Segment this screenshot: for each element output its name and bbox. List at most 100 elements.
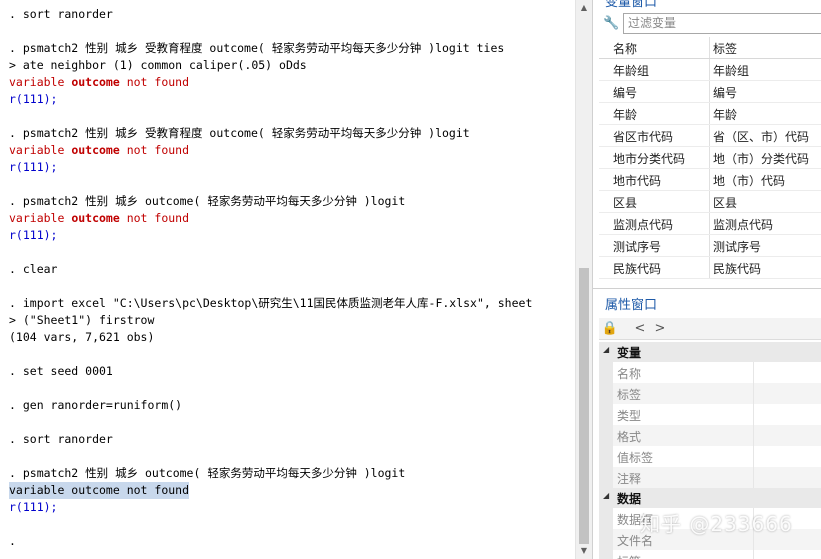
console-line: . psmatch2 性别 城乡 受教育程度 outcome( 轻家务劳动平均每… <box>9 41 505 55</box>
return-code: r(111); <box>9 160 58 174</box>
variable-name: 监测点代码 <box>613 218 674 232</box>
variable-row[interactable]: 年龄 年龄 <box>599 103 821 125</box>
column-separator <box>709 125 710 146</box>
variable-label: 年龄组 <box>713 64 750 78</box>
column-header-name[interactable]: 名称 <box>613 40 637 57</box>
column-separator <box>709 257 710 278</box>
property-group-label: 数据 <box>617 492 642 506</box>
property-row[interactable]: 标签 <box>599 550 821 559</box>
variables-panel-title: 变量窗口 <box>605 0 658 10</box>
return-code: r(111); <box>9 92 58 106</box>
variable-name: 测试序号 <box>613 240 662 254</box>
console-line: . psmatch2 性别 城乡 outcome( 轻家务劳动平均每天多少分钟 … <box>9 194 406 208</box>
property-value[interactable] <box>753 425 821 446</box>
return-code: r(111); <box>9 228 58 242</box>
scroll-up-icon[interactable]: ▲ <box>576 0 592 16</box>
variables-table-header: 名称 标签 <box>599 37 821 59</box>
property-gutter <box>599 446 613 467</box>
property-value[interactable] <box>753 383 821 404</box>
variable-label: 民族代码 <box>713 262 762 276</box>
console-line: . sort ranorder <box>9 7 113 21</box>
property-label: 标签 <box>617 553 641 559</box>
error-message: variable outcome not found <box>9 143 190 157</box>
console-line: . psmatch2 性别 城乡 受教育程度 outcome( 轻家务劳动平均每… <box>9 126 470 140</box>
return-code: r(111); <box>9 500 58 514</box>
collapse-triangle-icon[interactable]: ◢ <box>603 491 609 500</box>
console-line: . clear <box>9 262 58 276</box>
collapse-triangle-icon[interactable]: ◢ <box>603 345 609 354</box>
property-group-label: 变量 <box>617 346 642 360</box>
property-label: 值标签 <box>617 451 654 465</box>
variable-row[interactable]: 民族代码 民族代码 <box>599 257 821 279</box>
column-separator <box>709 213 710 234</box>
column-header-label[interactable]: 标签 <box>713 40 737 57</box>
scroll-down-icon[interactable]: ▼ <box>576 543 592 559</box>
variable-row[interactable]: 区县 区县 <box>599 191 821 213</box>
variable-row[interactable]: 监测点代码 监测点代码 <box>599 213 821 235</box>
back-icon[interactable]: < <box>631 320 649 338</box>
property-value[interactable] <box>753 446 821 467</box>
property-row[interactable]: 标签 <box>599 383 821 404</box>
column-separator <box>709 147 710 168</box>
property-row[interactable]: 值标签 <box>599 446 821 467</box>
scroll-thumb[interactable] <box>579 268 589 544</box>
property-row[interactable]: 注释 <box>599 467 821 488</box>
console-line: . gen ranorder=runiform() <box>9 398 183 412</box>
variable-row[interactable]: 地市分类代码 地（市）分类代码 <box>599 147 821 169</box>
error-message: variable outcome not found <box>9 482 190 499</box>
variable-label: 区县 <box>713 196 738 210</box>
property-gutter <box>599 467 613 488</box>
property-value[interactable] <box>753 467 821 488</box>
variable-row[interactable]: 测试序号 测试序号 <box>599 235 821 257</box>
column-separator <box>709 191 710 212</box>
property-group[interactable]: ◢ 数据 <box>599 488 821 508</box>
variable-row[interactable]: 省区市代码 省（区、市）代码 <box>599 125 821 147</box>
console-line: . sort ranorder <box>9 432 113 446</box>
forward-icon[interactable]: > <box>651 320 669 338</box>
properties-toolbar: 🔒 < > <box>599 318 821 340</box>
property-row[interactable]: 类型 <box>599 404 821 425</box>
wrench-icon[interactable]: 🔧 <box>603 15 619 31</box>
console-line: (104 vars, 7,621 obs) <box>9 330 155 344</box>
property-value[interactable] <box>753 550 821 559</box>
variable-filter-row: 🔧 过滤变量 <box>599 12 821 36</box>
variable-name: 省区市代码 <box>613 130 674 144</box>
property-group[interactable]: ◢ 变量 <box>599 342 821 362</box>
property-value[interactable] <box>753 362 821 383</box>
column-separator <box>709 169 710 190</box>
variable-label: 地（市）分类代码 <box>713 152 810 166</box>
property-gutter <box>599 362 613 383</box>
console-line: . set seed 0001 <box>9 364 113 378</box>
property-row[interactable]: 名称 <box>599 362 821 383</box>
column-separator[interactable] <box>709 37 710 58</box>
results-window[interactable]: . sort ranorder . psmatch2 性别 城乡 受教育程度 ou… <box>0 0 575 559</box>
variable-row[interactable]: 年龄组 年龄组 <box>599 59 821 81</box>
variable-label: 监测点代码 <box>713 218 774 232</box>
property-label: 格式 <box>617 430 642 444</box>
variable-label: 地（市）代码 <box>713 174 786 188</box>
lock-icon[interactable]: 🔒 <box>601 320 619 338</box>
property-label: 类型 <box>617 409 642 423</box>
column-separator <box>709 235 710 256</box>
property-gutter <box>599 550 613 559</box>
filter-variables-input[interactable]: 过滤变量 <box>623 13 821 34</box>
console-line: > ("Sheet1") firstrow <box>9 313 155 327</box>
variable-label: 年龄 <box>713 108 738 122</box>
variable-row[interactable]: 地市代码 地（市）代码 <box>599 169 821 191</box>
variable-name: 区县 <box>613 196 638 210</box>
variable-name: 民族代码 <box>613 262 662 276</box>
right-sidebar: 变量窗口 🔧 过滤变量 名称 标签 年龄组 年龄组 编号 编号 年龄 年龄 省区市代码 省（区、市… <box>592 0 821 559</box>
properties-panel-title: 属性窗口 <box>605 298 658 313</box>
results-scrollbar[interactable]: ▲ ▼ <box>575 0 592 559</box>
variable-name: 地市代码 <box>613 174 662 188</box>
column-separator <box>709 59 710 80</box>
property-gutter <box>599 383 613 404</box>
property-row[interactable]: 格式 <box>599 425 821 446</box>
property-label: 注释 <box>617 472 642 486</box>
console-line: . psmatch2 性别 城乡 outcome( 轻家务劳动平均每天多少分钟 … <box>9 466 406 480</box>
panel-divider[interactable] <box>593 288 821 289</box>
property-value[interactable] <box>753 404 821 425</box>
variable-row[interactable]: 编号 编号 <box>599 81 821 103</box>
error-message: variable outcome not found <box>9 211 190 225</box>
error-message: variable outcome not found <box>9 75 190 89</box>
